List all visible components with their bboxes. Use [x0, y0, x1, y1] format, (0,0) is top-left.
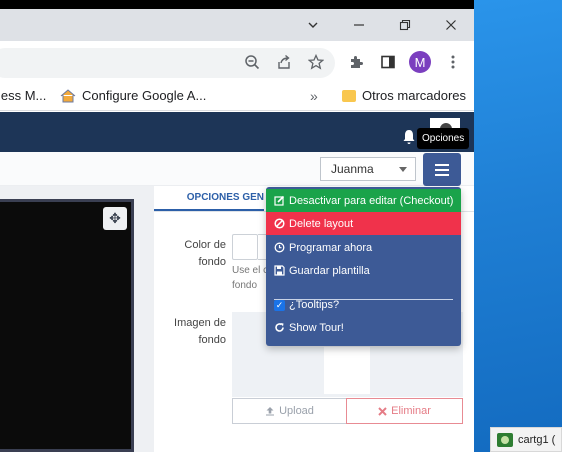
minimize-icon[interactable]	[336, 9, 382, 41]
bookmark-item[interactable]: Configure Google A...	[60, 88, 206, 103]
image-placeholder	[324, 347, 370, 394]
upload-button[interactable]: Upload	[232, 398, 347, 424]
color-hint-line1: Use el c	[232, 265, 269, 276]
delete-button-label: Eliminar	[391, 405, 431, 417]
tab-search-chevron-icon[interactable]	[290, 9, 336, 41]
menu-item-label: Delete layout	[289, 217, 354, 230]
times-icon	[378, 406, 387, 416]
menu-item-disable-edit[interactable]: Desactivar para editar (Checkout)	[266, 189, 461, 212]
edit-icon	[274, 195, 285, 206]
upload-button-label: Upload	[279, 405, 314, 417]
side-panel-icon[interactable]	[377, 51, 399, 73]
tab-general-options[interactable]: OPCIONES GEN	[154, 186, 264, 212]
taskbar-item-label: cartg1 (	[518, 433, 556, 446]
close-icon[interactable]	[428, 9, 474, 41]
menu-item-save-template[interactable]: Guardar plantilla	[266, 259, 461, 282]
clock-icon	[274, 242, 285, 253]
options-tooltip: Opciones	[417, 128, 470, 149]
zoom-out-icon[interactable]	[241, 51, 263, 73]
menu-item-label: Guardar plantilla	[289, 264, 370, 277]
options-dropdown: Desactivar para editar (Checkout) Delete…	[266, 187, 461, 346]
color-field[interactable]	[258, 234, 266, 260]
hamburger-icon	[435, 168, 449, 171]
menu-item-tooltips[interactable]: ✓ ¿Tooltips?	[266, 294, 461, 316]
home-icon	[60, 88, 76, 102]
layout-canvas[interactable]	[0, 199, 134, 452]
share-icon[interactable]	[273, 51, 295, 73]
bookmark-item[interactable]: less M...	[0, 88, 46, 103]
other-bookmarks[interactable]: Otros marcadores	[342, 88, 466, 103]
move-arrows-icon[interactable]: ✥	[103, 207, 127, 230]
bookmarks-overflow-icon[interactable]: »	[310, 88, 318, 104]
image-label: Imagen de fondo	[166, 315, 226, 349]
bookmark-label: Otros marcadores	[362, 88, 467, 103]
user-select-value: Juanma	[331, 162, 374, 176]
menu-item-label: Desactivar para editar (Checkout)	[289, 194, 454, 207]
menu-item-delete-layout[interactable]: Delete layout	[266, 212, 461, 235]
chevron-down-icon	[399, 167, 407, 172]
refresh-icon	[275, 323, 284, 332]
save-icon	[274, 265, 285, 276]
image-label-line1: Imagen de	[174, 317, 226, 329]
menu-item-label: Show Tour!	[289, 321, 344, 334]
browser-toolbar	[0, 41, 474, 83]
menu-item-schedule-now[interactable]: Programar ahora	[266, 236, 461, 259]
bookmark-star-icon[interactable]	[305, 51, 327, 73]
web-page: Opciones Juanma ✥ OPCIONES GEN Color de …	[0, 112, 474, 452]
app-header: Opciones	[0, 112, 474, 152]
restore-icon[interactable]	[382, 9, 428, 41]
upload-icon	[266, 407, 275, 416]
menu-item-label: Programar ahora	[289, 241, 373, 254]
delete-image-button[interactable]: Eliminar	[346, 398, 463, 424]
extensions-icon[interactable]	[345, 51, 367, 73]
ban-icon	[274, 218, 285, 229]
profile-avatar[interactable]: M	[409, 51, 431, 73]
options-menu-button[interactable]	[423, 153, 461, 186]
bookmark-label: Configure Google A...	[82, 88, 207, 103]
desktop-wallpaper	[474, 0, 562, 452]
taskbar-item[interactable]: cartg1 (	[490, 427, 562, 452]
menu-item-label: ¿Tooltips?	[289, 299, 340, 311]
color-hint-line2: fondo	[232, 280, 258, 291]
color-label: Color de fondo	[172, 237, 226, 271]
folder-icon	[342, 89, 356, 102]
image-label-line2: fondo	[198, 334, 226, 346]
bell-icon[interactable]	[402, 129, 416, 145]
checkbox-icon[interactable]: ✓	[274, 299, 285, 311]
color-label-line2: fondo	[198, 256, 226, 268]
more-options-icon[interactable]	[442, 51, 464, 73]
title-bar	[0, 0, 474, 9]
browser-window: M less M... Configure Google A... » Otro…	[0, 0, 474, 452]
bookmark-label: less M...	[0, 88, 47, 103]
menu-item-show-tour[interactable]: Show Tour!	[266, 316, 461, 339]
bookmarks-bar: less M... Configure Google A... » Otros …	[0, 83, 474, 111]
user-select[interactable]: Juanma	[320, 157, 416, 181]
app-icon	[497, 432, 513, 447]
color-label-line1: Color de	[184, 239, 226, 251]
color-swatch[interactable]	[232, 234, 258, 260]
